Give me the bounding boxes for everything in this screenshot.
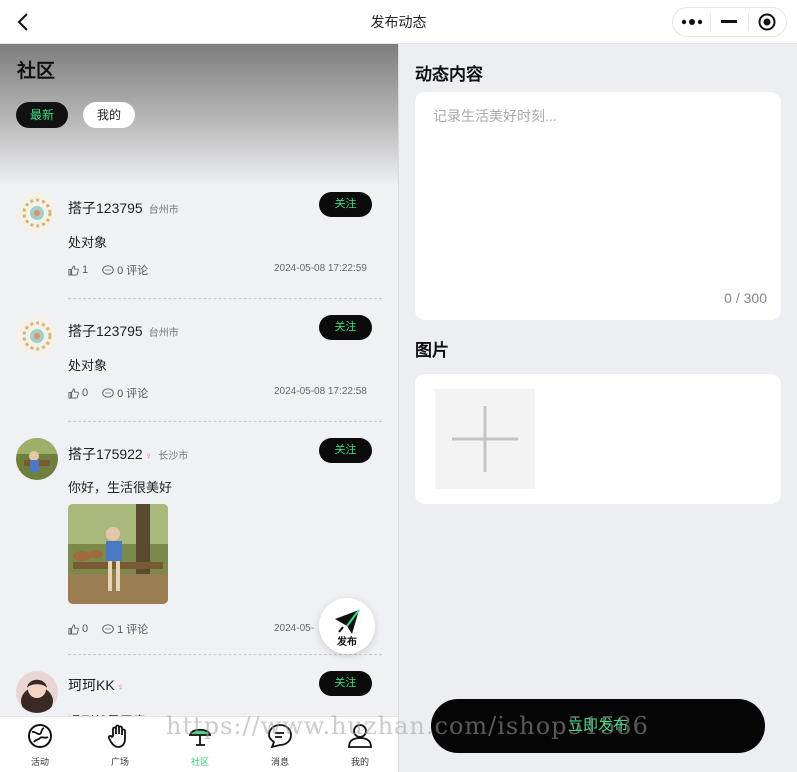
post-divider (68, 654, 382, 655)
message-icon (268, 724, 292, 749)
tabbar-item-mine[interactable]: 我的 (330, 723, 390, 768)
avatar[interactable] (16, 671, 58, 713)
plus-icon (452, 406, 518, 472)
add-image-button[interactable] (435, 389, 535, 489)
post-timestamp: 2024-05-08 17:22:58 (274, 386, 367, 397)
image-section-title: 图片 (415, 341, 449, 360)
post-divider (68, 421, 382, 422)
umbrella-icon (188, 728, 212, 746)
author-name: 搭子123795 (68, 323, 143, 339)
author-name: 珂珂KK (68, 677, 115, 693)
tabbar-label: 广场 (110, 757, 129, 767)
comment-count: 0 评论 (117, 388, 149, 400)
avatar[interactable] (16, 438, 58, 480)
author-city: 台州市 (148, 205, 179, 216)
comment-button[interactable]: 1 评论 (102, 621, 148, 637)
post-stats: 0 0 评论 (68, 385, 148, 401)
target-close-icon[interactable] (749, 8, 786, 36)
follow-button[interactable]: 关注 (319, 192, 372, 217)
content-textarea[interactable] (433, 106, 763, 276)
comment-icon (102, 387, 114, 398)
author-city: 台州市 (148, 328, 179, 339)
like-button[interactable]: 0 (68, 621, 88, 637)
author-city: 长沙市 (158, 451, 189, 462)
community-tabs: 最新 我的 (16, 102, 136, 128)
more-dots-icon[interactable] (673, 8, 710, 36)
image-card (415, 374, 781, 504)
post-author: 搭子123795 台州市 (68, 321, 179, 341)
comment-button[interactable]: 0 评论 (102, 385, 148, 401)
avatar[interactable] (16, 192, 58, 234)
like-count: 0 (82, 387, 89, 399)
comment-count: 0 评论 (117, 265, 149, 277)
content-card: 0 / 300 (415, 92, 781, 320)
comment-button[interactable]: 0 评论 (102, 262, 148, 278)
avatar[interactable] (16, 315, 58, 357)
author-name: 搭子123795 (68, 200, 143, 216)
female-icon: ♀ (144, 451, 153, 462)
post-image[interactable] (68, 504, 168, 604)
post-timestamp: 2024-05-08 17:22:59 (274, 263, 367, 274)
publish-fab-button[interactable]: 发布 (319, 598, 375, 654)
author-name: 搭子175922 (68, 446, 143, 462)
tabbar-label: 活动 (30, 757, 49, 767)
tabbar-label: 我的 (350, 757, 369, 767)
tabbar-item-messages[interactable]: 消息 (250, 723, 310, 768)
post-text: 处对象 (68, 358, 108, 373)
follow-button[interactable]: 关注 (319, 671, 372, 696)
like-button[interactable]: 0 (68, 385, 88, 401)
community-title: 社区 (17, 61, 56, 82)
thumbs-up-icon (68, 624, 79, 634)
post-author: 珂珂KK ♀ (68, 675, 124, 695)
tabbar-item-community[interactable]: 社区 (170, 723, 230, 768)
community-panel: 社区 最新 我的 搭子123795 台州市 关注 处对象 1 0 评论 2024-… (0, 44, 398, 772)
post-author: 搭子175922 ♀ 长沙市 (68, 444, 188, 464)
follow-button[interactable]: 关注 (319, 315, 372, 340)
tabbar-item-activity[interactable]: 活动 (10, 723, 70, 768)
thumbs-up-icon (68, 265, 79, 275)
like-count: 0 (82, 623, 89, 635)
like-button[interactable]: 1 (68, 262, 88, 278)
globe-icon (28, 724, 52, 748)
post-stats: 0 1 评论 (68, 621, 148, 637)
like-count: 1 (82, 264, 89, 276)
content-section-title: 动态内容 (415, 65, 483, 84)
post-author: 搭子123795 台州市 (68, 198, 179, 218)
tabbar-item-square[interactable]: 广场 (90, 723, 150, 768)
minimize-icon[interactable] (711, 8, 748, 36)
female-icon: ♀ (116, 682, 125, 693)
tabbar-label: 社区 (190, 757, 209, 767)
hand-icon (107, 724, 126, 748)
comment-count: 1 评论 (117, 624, 149, 636)
user-icon (348, 724, 372, 748)
thumbs-up-icon (68, 388, 79, 398)
tab-mine[interactable]: 我的 (83, 102, 136, 128)
post-stats: 1 0 评论 (68, 262, 148, 278)
publish-panel: 动态内容 0 / 300 图片 立即发布 (399, 44, 797, 772)
follow-button[interactable]: 关注 (319, 438, 372, 463)
post-timestamp: 2024-05- (274, 623, 315, 634)
tabbar-label: 消息 (270, 757, 289, 767)
fab-label: 发布 (337, 637, 357, 648)
mini-program-capsule (672, 7, 787, 37)
post-divider (68, 298, 382, 299)
bottom-tab-bar: 活动 广场 社区 消息 我的 (0, 716, 398, 772)
comment-icon (102, 264, 114, 275)
char-counter: 0 / 300 (724, 290, 767, 306)
tab-latest[interactable]: 最新 (16, 102, 69, 128)
top-navigation-bar: 发布动态 (0, 0, 797, 44)
comment-icon (102, 623, 114, 634)
post-text: 处对象 (68, 235, 108, 250)
post-text: 你好，生活很美好 (68, 480, 173, 495)
submit-button[interactable]: 立即发布 (431, 699, 765, 753)
